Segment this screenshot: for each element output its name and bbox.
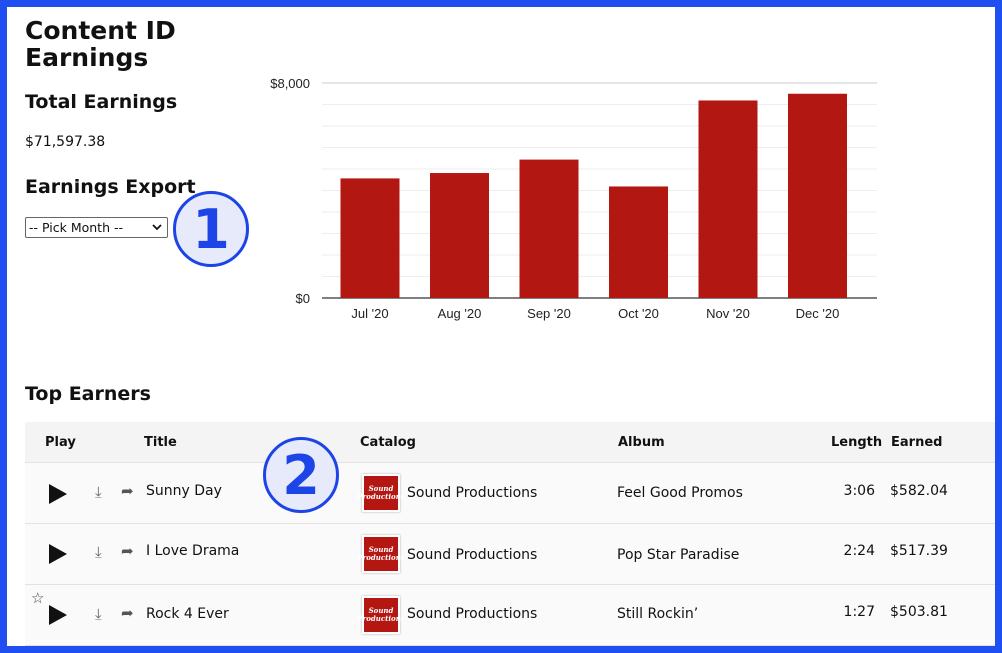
chart-bars: [340, 93, 847, 298]
share-icon[interactable]: ➦: [121, 604, 134, 622]
track-title[interactable]: Rock 4 Ever: [146, 606, 229, 622]
bar: [698, 100, 758, 298]
table-header: Play Title Catalog Album Length Earned: [25, 422, 995, 463]
chevron-down-icon: [152, 224, 162, 231]
table-row: ⤓ ➦ I Love Drama Sound Productions Sound…: [25, 524, 995, 585]
table-row: ⤓ ➦ Sunny Day Sound Productions Sound Pr…: [25, 463, 995, 524]
play-icon[interactable]: [49, 544, 67, 564]
bar: [788, 93, 847, 298]
header-earned[interactable]: Earned: [891, 435, 942, 450]
x-tick-label: Nov '20: [706, 306, 750, 321]
catalog-thumbnail: Sound Productions: [357, 535, 405, 573]
month-select[interactable]: -- Pick Month --: [25, 217, 168, 238]
download-icon[interactable]: ⤓: [95, 543, 102, 561]
track-length: 2:24: [843, 543, 875, 559]
x-tick-label: Sep '20: [527, 306, 571, 321]
track-catalog[interactable]: Sound Productions: [407, 485, 537, 501]
track-catalog[interactable]: Sound Productions: [407, 606, 537, 622]
page-frame: Content ID Earnings Total Earnings $71,5…: [7, 7, 995, 646]
bar: [519, 159, 579, 298]
play-icon[interactable]: [49, 605, 67, 625]
header-length[interactable]: Length: [831, 435, 882, 450]
track-length: 1:27: [843, 604, 875, 620]
track-album[interactable]: Still Rockin’: [617, 606, 698, 622]
x-tick-label: Aug '20: [438, 306, 482, 321]
share-icon[interactable]: ➦: [121, 482, 134, 500]
page-title: Content ID Earnings: [25, 16, 176, 72]
header-title[interactable]: Title: [144, 435, 177, 450]
star-icon[interactable]: ☆: [31, 589, 44, 607]
download-icon[interactable]: ⤓: [95, 483, 102, 501]
track-album[interactable]: Feel Good Promos: [617, 485, 743, 501]
track-length: 3:06: [843, 483, 875, 499]
track-title[interactable]: Sunny Day: [146, 483, 222, 499]
bar: [340, 178, 400, 298]
x-tick-label: Oct '20: [618, 306, 659, 321]
bar: [609, 186, 668, 298]
download-icon[interactable]: ⤓: [95, 605, 102, 623]
play-icon[interactable]: [49, 484, 67, 504]
track-earned: $582.04: [890, 483, 948, 499]
top-earners-label: Top Earners: [25, 383, 151, 405]
x-tick-label: Dec '20: [796, 306, 840, 321]
catalog-thumbnail: Sound Productions: [357, 596, 405, 634]
catalog-thumbnail: Sound Productions: [357, 474, 405, 512]
top-earners-table: Play Title Catalog Album Length Earned ⤓…: [25, 422, 995, 646]
annotation-badge-1: 1: [173, 191, 249, 267]
earnings-export-label: Earnings Export: [25, 176, 196, 198]
track-album[interactable]: Pop Star Paradise: [617, 547, 739, 563]
track-earned: $503.81: [890, 604, 948, 620]
header-album[interactable]: Album: [618, 435, 665, 450]
track-title[interactable]: I Love Drama: [146, 543, 239, 559]
track-earned: $517.39: [890, 543, 948, 559]
y-tick-label: $8,000: [270, 76, 310, 91]
table-row: ☆ ⤓ ➦ Rock 4 Ever Sound Productions Soun…: [25, 585, 995, 646]
header-play: Play: [45, 435, 76, 450]
month-select-value: -- Pick Month --: [29, 220, 123, 235]
header-catalog[interactable]: Catalog: [360, 435, 416, 450]
track-catalog[interactable]: Sound Productions: [407, 547, 537, 563]
total-earnings-label: Total Earnings: [25, 91, 178, 113]
earnings-chart: $0 $8,000 Jul '20 Aug '20 Sep '20 Oct '20 Nov …: [270, 76, 877, 321]
x-tick-label: Jul '20: [351, 306, 388, 321]
y-tick-label: $0: [296, 291, 310, 306]
annotation-badge-2: 2: [263, 437, 339, 513]
total-earnings-value: $71,597.38: [25, 134, 106, 150]
share-icon[interactable]: ➦: [121, 542, 134, 560]
bar: [430, 173, 489, 298]
